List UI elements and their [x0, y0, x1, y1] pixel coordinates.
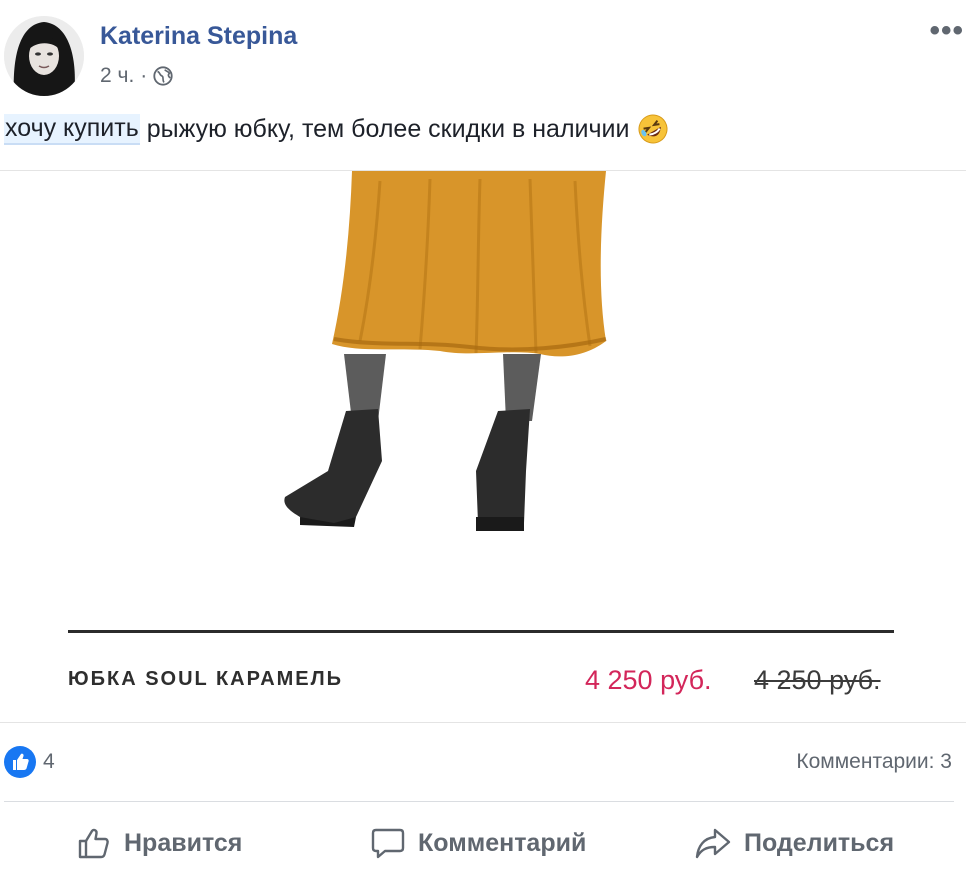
- post-image[interactable]: ЮБКА SOUL КАРАМЕЛЬ 4 250 руб. 4 250 руб.: [0, 170, 966, 723]
- like-reaction-icon[interactable]: [4, 746, 36, 778]
- divider: [4, 801, 954, 802]
- price-old: 4 250 руб.: [754, 665, 881, 695]
- share-arrow-icon: [695, 828, 731, 859]
- avatar[interactable]: [4, 16, 84, 96]
- post-text: хочу купить рыжую юбку, тем более скидки…: [4, 113, 669, 145]
- comment-label: Комментарий: [418, 828, 587, 857]
- price-new: 4 250 руб.: [585, 665, 712, 695]
- share-label: Поделиться: [744, 828, 895, 857]
- comment-button[interactable]: Комментарий: [370, 820, 586, 866]
- thumbs-up-outline-icon: [78, 828, 109, 859]
- avatar-photo: [4, 16, 84, 96]
- post-text-body: рыжую юбку, тем более скидки в наличии: [139, 114, 630, 143]
- like-label: Нравится: [124, 828, 243, 857]
- product-divider: [68, 630, 894, 633]
- skirt-photo: [284, 171, 607, 531]
- like-count[interactable]: 4: [43, 750, 55, 774]
- thumbs-up-icon: [13, 753, 29, 770]
- globe-icon[interactable]: [152, 65, 174, 87]
- author-name[interactable]: Katerina Stepina: [100, 22, 297, 51]
- meta-separator: ·: [140, 64, 148, 87]
- product-name: ЮБКА SOUL КАРАМЕЛЬ: [68, 668, 344, 690]
- post-time[interactable]: 2 ч.: [100, 64, 134, 88]
- comments-count[interactable]: Комментарии: 3: [796, 750, 952, 774]
- comment-bubble-icon: [371, 828, 405, 859]
- post-text-highlight[interactable]: хочу купить: [4, 113, 140, 145]
- like-button[interactable]: Нравится: [76, 820, 242, 866]
- post-meta: 2 ч. ·: [100, 64, 174, 88]
- more-options-button[interactable]: •••: [929, 14, 964, 48]
- facebook-post: Katerina Stepina 2 ч. · ••• хочу купить …: [0, 0, 974, 872]
- share-button[interactable]: Поделиться: [694, 820, 894, 866]
- rolling-laughing-emoji-icon: [638, 114, 668, 144]
